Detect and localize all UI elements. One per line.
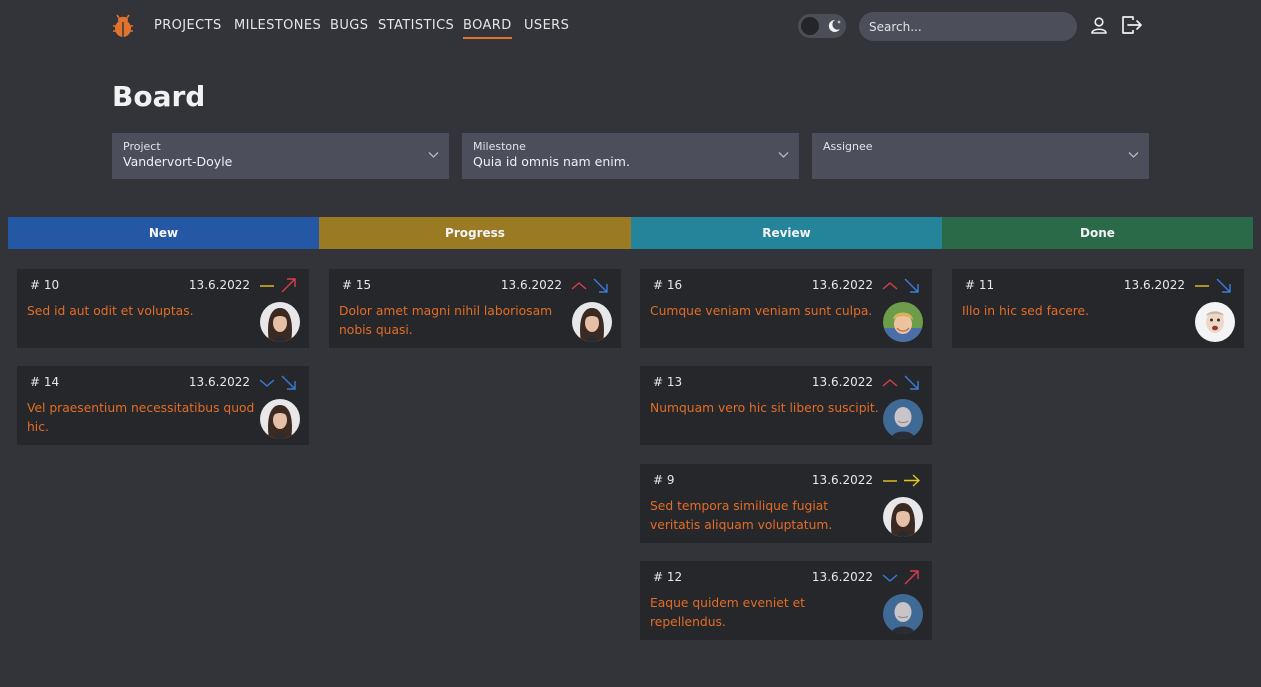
column-header-done: Done — [942, 217, 1253, 249]
bug-number: # 12 — [653, 570, 683, 584]
bug-date: 13.6.2022 — [811, 473, 873, 487]
bug-date: 13.6.2022 — [811, 375, 873, 389]
bug-date: 13.6.2022 — [188, 278, 250, 292]
arrow-down-right-icon — [281, 375, 296, 390]
bug-date: 13.6.2022 — [811, 278, 873, 292]
nav-projects[interactable]: PROJECTS — [154, 18, 222, 33]
arrow-up-right-icon — [904, 570, 919, 585]
user-icon[interactable] — [1090, 16, 1108, 34]
bug-title[interactable]: Sed id aut odit et voluptas. — [27, 302, 257, 321]
avatar-woman-dark-hair[interactable] — [260, 302, 300, 342]
nav-users[interactable]: USERS — [524, 18, 569, 33]
column-header-progress: Progress — [319, 217, 631, 249]
milestone-value: Quia id omnis nam enim. — [473, 154, 630, 169]
arrow-down-right-icon — [1216, 278, 1231, 293]
bug-number: # 15 — [342, 278, 372, 292]
chevron-down-icon — [1128, 152, 1139, 158]
bug-date: 13.6.2022 — [1123, 278, 1185, 292]
bug-number: # 9 — [653, 473, 675, 487]
bug-date: 13.6.2022 — [811, 570, 873, 584]
bug-card[interactable]: # 15 13.6.2022 Dolor amet magni nihil labo… — [329, 269, 621, 348]
bug-title[interactable]: Illo in hic sed facere. — [962, 302, 1192, 321]
moon-icon — [828, 19, 841, 32]
logout-icon[interactable] — [1121, 15, 1143, 35]
bug-date: 13.6.2022 — [188, 375, 250, 389]
arrow-down-right-icon — [593, 278, 608, 293]
arrow-down-right-icon — [904, 278, 919, 293]
nav-bugs[interactable]: BUGS — [330, 18, 368, 33]
milestone-select[interactable]: Milestone Quia id omnis nam enim. — [462, 133, 799, 179]
bug-card[interactable]: # 10 13.6.2022 Sed id aut odit et voluptas… — [17, 269, 309, 348]
avatar-man-funny-face[interactable] — [1195, 302, 1235, 342]
assignee-label: Assignee — [823, 140, 873, 153]
bug-card[interactable]: # 12 13.6.2022 Eaque quidem eveniet et rep… — [640, 561, 932, 640]
nav-board[interactable]: BOARD — [463, 18, 512, 39]
bug-title[interactable]: Eaque quidem eveniet et repellendus. — [650, 594, 880, 632]
bug-title[interactable]: Vel praesentium necessitatibus quod hic. — [27, 399, 257, 437]
chevron-down-icon — [428, 152, 439, 158]
avatar-woman-dark-hair[interactable] — [260, 399, 300, 439]
milestone-label: Milestone — [473, 140, 526, 153]
bug-card[interactable]: # 14 13.6.2022 Vel praesentium necessitati… — [17, 366, 309, 445]
bug-title[interactable]: Numquam vero hic sit libero suscipit. — [650, 399, 880, 418]
bug-date: 13.6.2022 — [500, 278, 562, 292]
search-input[interactable] — [859, 12, 1077, 41]
avatar-bald-man[interactable] — [883, 594, 923, 634]
avatar-blond-man[interactable] — [883, 302, 923, 342]
column-header-new: New — [8, 217, 319, 249]
priority-high-icon — [882, 379, 898, 387]
arrow-down-right-icon — [904, 375, 919, 390]
priority-low-icon — [259, 379, 275, 387]
arrow-up-right-icon — [281, 278, 296, 293]
bug-number: # 10 — [30, 278, 60, 292]
bug-number: # 16 — [653, 278, 683, 292]
project-select[interactable]: Project Vandervort-Doyle — [112, 133, 449, 179]
project-value: Vandervort-Doyle — [123, 154, 233, 169]
bug-title[interactable]: Sed tempora similique fugiat veritatis a… — [650, 497, 880, 535]
priority-low-icon — [882, 574, 898, 582]
bug-icon[interactable] — [112, 14, 134, 38]
page-title: Board — [112, 80, 206, 113]
bug-number: # 14 — [30, 375, 60, 389]
avatar-woman-dark-hair[interactable] — [883, 497, 923, 537]
toggle-knob — [801, 17, 819, 35]
priority-high-icon — [882, 282, 898, 290]
bug-card[interactable]: # 11 13.6.2022 Illo in hic sed facere. — [952, 269, 1244, 348]
project-label: Project — [123, 140, 161, 153]
theme-toggle[interactable] — [798, 14, 846, 38]
bug-number: # 13 — [653, 375, 683, 389]
bug-title[interactable]: Dolor amet magni nihil laboriosam nobis … — [339, 302, 569, 340]
bug-card[interactable]: # 13 13.6.2022 Numquam vero hic sit libero… — [640, 366, 932, 445]
bug-card[interactable]: # 16 13.6.2022 Cumque veniam veniam sunt c… — [640, 269, 932, 348]
avatar-bald-man[interactable] — [883, 399, 923, 439]
nav-milestones[interactable]: MILESTONES — [234, 18, 321, 33]
bug-number: # 11 — [965, 278, 995, 292]
bug-title[interactable]: Cumque veniam veniam sunt culpa. — [650, 302, 880, 321]
priority-medium-icon — [260, 285, 274, 287]
assignee-select[interactable]: Assignee — [812, 133, 1149, 179]
arrow-right-icon — [904, 474, 920, 487]
priority-medium-icon — [883, 480, 897, 482]
column-header-review: Review — [631, 217, 942, 249]
chevron-down-icon — [778, 152, 789, 158]
nav-statistics[interactable]: STATISTICS — [378, 18, 454, 33]
avatar-woman-dark-hair[interactable] — [572, 302, 612, 342]
top-navigation: PROJECTS MILESTONES BUGS STATISTICS BOAR… — [0, 0, 1261, 52]
bug-card[interactable]: # 9 13.6.2022 Sed tempora similique fugiat… — [640, 464, 932, 543]
priority-high-icon — [571, 282, 587, 290]
priority-medium-icon — [1195, 285, 1209, 287]
